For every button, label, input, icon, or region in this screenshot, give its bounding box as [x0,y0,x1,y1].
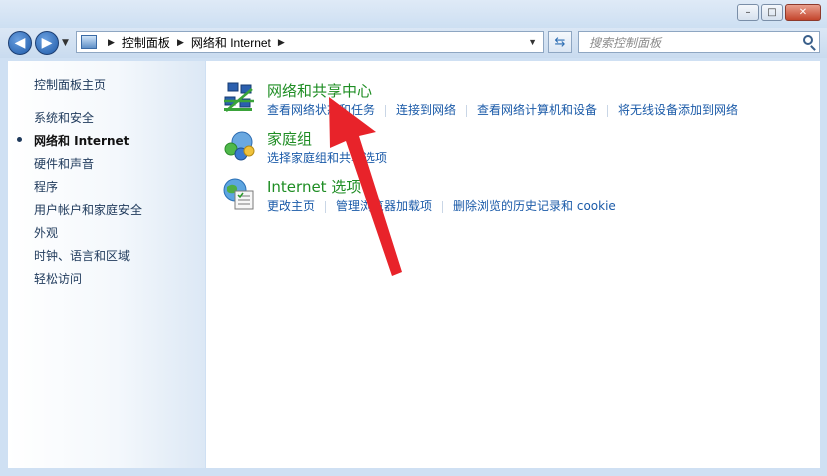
link-homegroup-sharing-options[interactable]: 选择家庭组和共享选项 [267,149,387,166]
link-delete-browsing-history[interactable]: 删除浏览的历史记录和 cookie [453,197,616,214]
sidebar-item-user-accounts[interactable]: 用户帐户和家庭安全 [34,201,142,218]
breadcrumb-chevron-icon[interactable]: ▶ [278,37,285,48]
link-separator [607,104,609,117]
sidebar-home-link[interactable]: 控制面板主页 [34,76,106,93]
sidebar-item-hardware-sound[interactable]: 硬件和声音 [34,155,94,172]
category-title-homegroup[interactable]: 家庭组 [267,128,312,149]
search-input[interactable] [587,33,791,53]
sidebar-item-clock-language-region[interactable]: 时钟、语言和区域 [34,247,130,264]
link-separator [325,200,327,213]
category-links-homegroup: 选择家庭组和共享选项 [267,149,387,166]
link-connect-to-network[interactable]: 连接到网络 [396,101,456,118]
sidebar-item-system-security[interactable]: 系统和安全 [34,109,94,126]
link-change-home-page[interactable]: 更改主页 [267,197,315,214]
back-arrow-icon: ◀ [14,35,26,51]
breadcrumb-control-panel[interactable]: 控制面板 [122,34,170,51]
breadcrumb-network-internet[interactable]: 网络和 Internet [191,34,271,51]
forward-arrow-icon: ▶ [41,35,53,51]
address-dropdown-icon[interactable]: ▼ [528,37,537,47]
search-icon[interactable] [803,35,813,45]
category-links-internet-options: 更改主页 管理浏览器加载项 删除浏览的历史记录和 cookie [267,197,616,214]
close-button[interactable]: ✕ [785,4,821,21]
sidebar-item-appearance[interactable]: 外观 [34,224,58,241]
back-button[interactable]: ◀ [8,31,32,55]
sidebar: 控制面板主页 系统和安全 网络和 Internet 硬件和声音 程序 用户帐户和… [8,61,205,468]
refresh-icon: ⇆ [554,34,566,50]
breadcrumb-chevron-icon[interactable]: ▶ [108,37,115,48]
sidebar-item-ease-of-access[interactable]: 轻松访问 [34,270,82,287]
sidebar-item-programs[interactable]: 程序 [34,178,58,195]
forward-button[interactable]: ▶ [35,31,59,55]
category-links-network-sharing: 查看网络状态和任务 连接到网络 查看网络计算机和设备 将无线设备添加到网络 [267,101,738,118]
address-bar[interactable]: ▶ 控制面板 ▶ 网络和 Internet ▶ ▼ [76,31,544,53]
recent-pages-dropdown[interactable]: ▼ [62,38,69,48]
network-sharing-center-icon[interactable] [222,81,256,115]
search-box[interactable] [578,31,820,53]
minimize-button[interactable]: – [737,4,759,21]
active-bullet-icon [17,137,22,142]
link-view-network-computers[interactable]: 查看网络计算机和设备 [477,101,597,118]
main-content: 网络和共享中心 查看网络状态和任务 连接到网络 查看网络计算机和设备 将无线设备添加到… [206,61,820,468]
window-controls: – □ ✕ [737,4,821,21]
title-bar: – □ ✕ [0,0,827,28]
link-manage-addons[interactable]: 管理浏览器加载项 [336,197,432,214]
category-title-internet-options[interactable]: Internet 选项 [267,176,361,197]
link-add-wireless-device[interactable]: 将无线设备添加到网络 [618,101,738,118]
link-separator [385,104,387,117]
sidebar-item-label: 网络和 Internet [34,134,130,148]
chevron-down-icon: ▼ [62,38,69,48]
internet-options-icon[interactable] [222,177,256,211]
homegroup-icon[interactable] [222,129,256,163]
link-separator [466,104,468,117]
refresh-button[interactable]: ⇆ [548,31,572,53]
control-panel-icon [81,35,97,49]
link-separator [442,200,444,213]
maximize-button[interactable]: □ [761,4,783,21]
navigation-bar: ◀ ▶ ▼ ▶ 控制面板 ▶ 网络和 Internet ▶ ▼ ⇆ [0,28,827,58]
link-view-network-status[interactable]: 查看网络状态和任务 [267,101,375,118]
breadcrumb-chevron-icon[interactable]: ▶ [177,37,184,48]
sidebar-item-network-internet[interactable]: 网络和 Internet [17,132,130,149]
category-title-network-sharing[interactable]: 网络和共享中心 [267,80,372,101]
